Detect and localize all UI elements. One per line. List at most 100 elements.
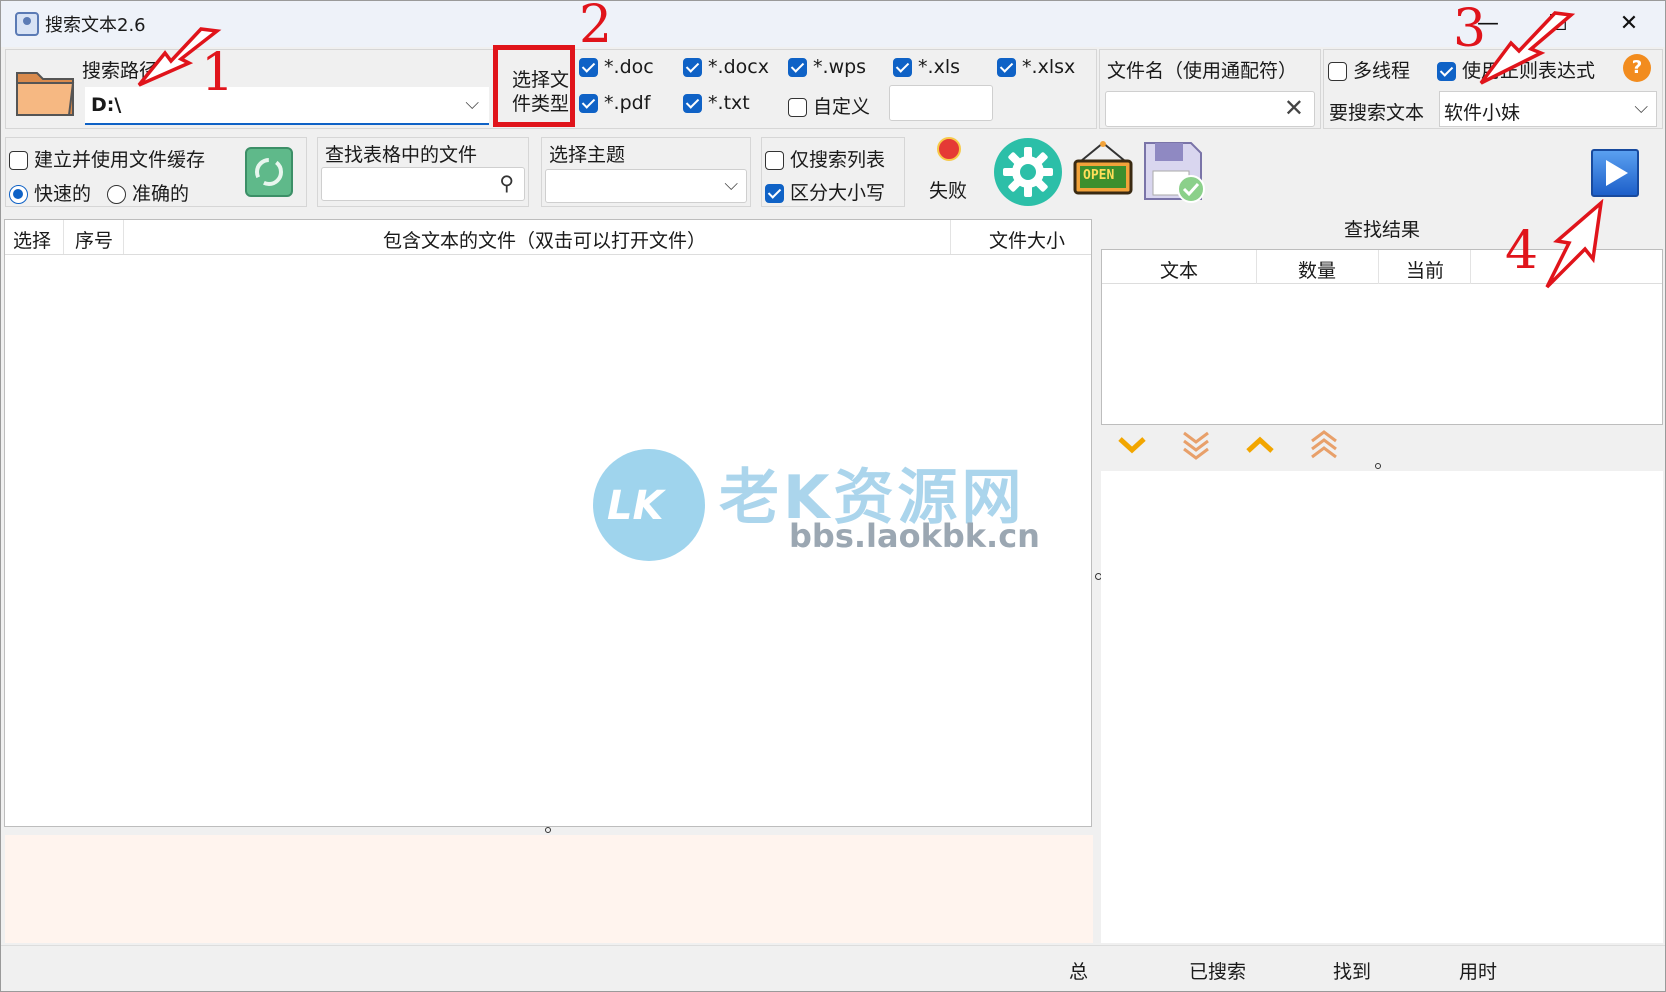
checkbox-icon[interactable]: [683, 58, 702, 77]
type-doc-label: *.doc: [604, 56, 654, 78]
col-index[interactable]: 序号: [75, 226, 113, 253]
status-searched: 已搜索: [1189, 961, 1247, 983]
status-total: 总: [1069, 961, 1089, 983]
checkbox-icon[interactable]: [765, 151, 784, 170]
type-pdf[interactable]: *.pdf: [579, 92, 650, 114]
status-time: 用时: [1459, 961, 1498, 983]
col-count[interactable]: 数量: [1298, 256, 1336, 283]
splitter-handle-results[interactable]: [1375, 463, 1381, 469]
splitter-handle[interactable]: [545, 827, 551, 833]
run-search-button[interactable]: [1591, 149, 1639, 197]
checkbox-icon[interactable]: [765, 184, 784, 203]
checkbox-icon[interactable]: [683, 94, 702, 113]
type-xlsx[interactable]: *.xlsx: [997, 56, 1075, 78]
watermark: LK 老K资源网 bbs.laokbk.cn: [593, 441, 1073, 561]
save-disk-icon[interactable]: [1141, 139, 1207, 205]
case-option[interactable]: 区分大小写: [765, 178, 885, 205]
maximize-button[interactable]: ☐: [1541, 9, 1575, 39]
annotation-number-2: 2: [579, 0, 613, 55]
col-file[interactable]: 包含文本的文件（双击可以打开文件）: [383, 226, 706, 253]
search-text-label: 要搜索文本: [1329, 102, 1425, 124]
checkbox-icon[interactable]: [1328, 62, 1347, 81]
results-table-header: 文本 数量 当前: [1102, 250, 1662, 284]
accurate-label: 准确的: [132, 183, 190, 205]
next-icon[interactable]: [1117, 431, 1147, 459]
col-size[interactable]: 文件大小: [989, 226, 1065, 253]
path-label: 搜索路径: [82, 60, 159, 82]
chevron-down-icon: ⌵: [465, 93, 479, 114]
status-found: 找到: [1333, 961, 1372, 983]
results-table[interactable]: 文本 数量 当前: [1101, 249, 1663, 425]
list-only-label: 仅搜索列表: [790, 149, 886, 171]
type-doc[interactable]: *.doc: [579, 56, 654, 78]
filename-input[interactable]: ✕: [1105, 91, 1315, 127]
folder-icon[interactable]: [13, 59, 79, 121]
type-txt-label: *.txt: [708, 92, 750, 114]
case-label: 区分大小写: [790, 182, 886, 204]
type-docx-label: *.docx: [708, 56, 769, 78]
col-current[interactable]: 当前: [1406, 256, 1444, 283]
filename-label: 文件名（使用通配符）: [1107, 60, 1298, 82]
type-xls[interactable]: *.xls: [893, 56, 960, 78]
log-area[interactable]: [5, 835, 1093, 943]
col-text[interactable]: 文本: [1160, 256, 1198, 283]
table-search-label: 查找表格中的文件: [325, 144, 478, 166]
fast-label: 快速的: [34, 183, 92, 205]
checkbox-icon[interactable]: [788, 98, 807, 117]
fail-status: 失败: [929, 180, 968, 202]
regex-option[interactable]: 使用正则表达式: [1437, 56, 1595, 83]
accurate-option[interactable]: 准确的: [107, 179, 189, 206]
type-wps[interactable]: *.wps: [788, 56, 866, 78]
fail-indicator-icon: [937, 137, 961, 161]
type-docx[interactable]: *.docx: [683, 56, 769, 78]
radio-icon[interactable]: [9, 185, 28, 204]
type-pdf-label: *.pdf: [604, 92, 651, 114]
theme-label: 选择主题: [549, 144, 626, 166]
status-bar: 总 已搜索 找到 用时: [1, 945, 1665, 991]
app-window: 搜索文本2.6 — ☐ ✕ 搜索路径 D:\ ⌵ 选择文 件类型 *.doc *…: [0, 0, 1666, 992]
checkbox-icon[interactable]: [788, 58, 807, 77]
type-xlsx-label: *.xlsx: [1022, 56, 1076, 78]
play-icon: [1606, 160, 1628, 186]
checkbox-icon[interactable]: [579, 94, 598, 113]
app-icon: [15, 12, 39, 36]
results-title: 查找结果: [1343, 219, 1420, 241]
settings-gear-icon[interactable]: [993, 137, 1063, 207]
fast-option[interactable]: 快速的: [9, 179, 91, 206]
search-text-combobox[interactable]: 软件小妹 ⌵: [1439, 91, 1657, 127]
col-select[interactable]: 选择: [13, 226, 51, 253]
last-icon[interactable]: [1181, 429, 1211, 461]
title-bar: [1, 1, 1665, 47]
file-type-button[interactable]: 选择文 件类型: [493, 45, 575, 127]
close-button[interactable]: ✕: [1612, 9, 1646, 39]
previous-icon[interactable]: [1245, 431, 1275, 459]
annotation-number-3: 3: [1453, 0, 1487, 59]
open-file-icon[interactable]: OPEN: [1071, 139, 1135, 203]
checkbox-icon[interactable]: [579, 58, 598, 77]
multithread-option[interactable]: 多线程: [1328, 56, 1410, 83]
type-wps-label: *.wps: [813, 56, 867, 78]
chevron-down-icon: ⌵: [1634, 97, 1648, 118]
type-txt[interactable]: *.txt: [683, 92, 750, 114]
cache-option[interactable]: 建立并使用文件缓存: [9, 145, 205, 172]
type-custom[interactable]: 自定义: [788, 92, 870, 119]
cache-label: 建立并使用文件缓存: [34, 149, 206, 171]
list-only-option[interactable]: 仅搜索列表: [765, 145, 885, 172]
custom-type-input[interactable]: [889, 85, 993, 121]
checkbox-icon[interactable]: [1437, 62, 1456, 81]
checkbox-icon[interactable]: [997, 58, 1016, 77]
type-xls-label: *.xls: [918, 56, 961, 78]
clear-icon[interactable]: ✕: [1284, 94, 1304, 122]
results-detail[interactable]: [1101, 471, 1663, 943]
file-table-header: 选择 序号 包含文本的文件（双击可以打开文件） 文件大小: [5, 220, 1091, 255]
path-combobox[interactable]: D:\ ⌵: [85, 87, 489, 125]
theme-select[interactable]: ⌵: [545, 169, 747, 203]
refresh-cache-icon[interactable]: [245, 147, 293, 197]
search-icon[interactable]: ⚲: [499, 171, 514, 195]
radio-icon[interactable]: [107, 185, 126, 204]
table-search-input[interactable]: ⚲: [321, 167, 525, 201]
checkbox-icon[interactable]: [893, 58, 912, 77]
first-icon[interactable]: [1309, 429, 1339, 461]
checkbox-icon[interactable]: [9, 151, 28, 170]
help-icon[interactable]: ?: [1623, 54, 1651, 82]
